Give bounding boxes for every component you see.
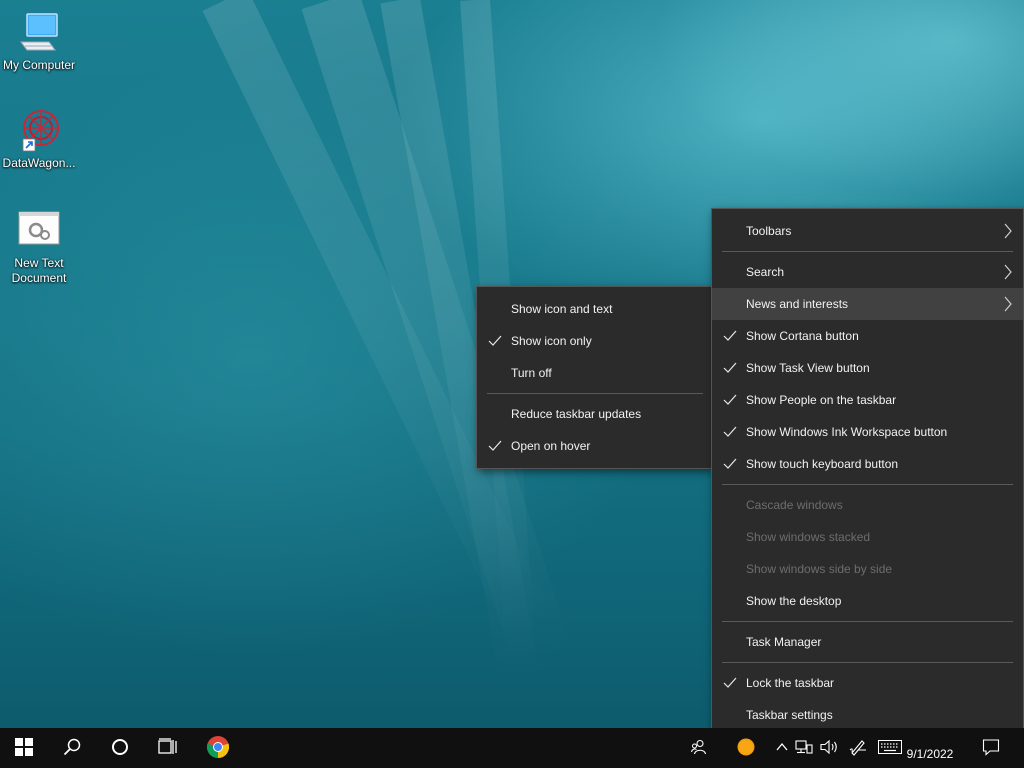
windows-ink-icon	[849, 738, 867, 759]
checkmark-icon	[723, 667, 737, 699]
menu-item-lock-the-taskbar[interactable]: Lock the taskbar	[712, 667, 1023, 699]
notifications-icon	[982, 738, 1000, 759]
start-button[interactable]	[0, 728, 48, 768]
windows-ink-button[interactable]	[846, 728, 870, 768]
menu-item-label: Cascade windows	[746, 498, 843, 512]
menu-item-open-on-hover[interactable]: Open on hover	[477, 430, 713, 462]
people-button[interactable]	[686, 728, 712, 768]
menu-item-taskbar-settings[interactable]: Taskbar settings	[712, 699, 1023, 731]
menu-item-turn-off[interactable]: Turn off	[477, 357, 713, 389]
clock-time-partial	[898, 730, 962, 744]
chevron-right-icon	[1003, 256, 1013, 288]
menu-item-label: Search	[746, 265, 785, 279]
menu-separator	[722, 251, 1013, 252]
desktop-icon-new-text-document[interactable]: New Text Document	[1, 206, 77, 286]
search-button[interactable]	[48, 728, 96, 768]
text-document-icon	[15, 206, 63, 254]
menu-item-label: Lock the taskbar	[746, 676, 835, 690]
date-label: 9/1/2022	[906, 747, 954, 761]
menu-item-search[interactable]: Search	[712, 256, 1023, 288]
menu-item-toolbars[interactable]: Toolbars	[712, 215, 1023, 247]
menu-item-show-windows-ink-workspace-button[interactable]: Show Windows Ink Workspace button	[712, 416, 1023, 448]
people-icon	[691, 739, 707, 758]
volume-button[interactable]	[818, 728, 842, 768]
menu-item-show-cortana-button[interactable]: Show Cortana button	[712, 320, 1023, 352]
menu-item-label: Show windows stacked	[746, 530, 871, 544]
menu-separator	[722, 662, 1013, 663]
checkmark-icon	[723, 384, 737, 416]
menu-separator	[722, 484, 1013, 485]
desktop-icon-my-computer[interactable]: My Computer	[1, 8, 77, 73]
checkmark-icon	[723, 448, 737, 480]
menu-item-reduce-taskbar-updates[interactable]: Reduce taskbar updates	[477, 398, 713, 430]
menu-item-label: Turn off	[511, 366, 552, 380]
menu-item-show-task-view-button[interactable]: Show Task View button	[712, 352, 1023, 384]
checkmark-icon	[723, 352, 737, 384]
menu-item-show-touch-keyboard-button[interactable]: Show touch keyboard button	[712, 448, 1023, 480]
menu-item-cascade-windows: Cascade windows	[712, 489, 1023, 521]
desktop-icon-label: My Computer	[2, 58, 76, 72]
cortana-button[interactable]	[96, 728, 144, 768]
menu-separator	[722, 621, 1013, 622]
chrome-icon	[206, 735, 230, 762]
menu-item-label: Show the desktop	[746, 594, 842, 608]
chevron-right-icon	[1003, 288, 1013, 320]
search-icon	[63, 738, 81, 759]
menu-separator	[487, 393, 703, 394]
menu-item-show-windows-side-by-side: Show windows side by side	[712, 553, 1023, 585]
menu-item-show-windows-stacked: Show windows stacked	[712, 521, 1023, 553]
menu-item-label: Show Task View button	[746, 361, 870, 375]
checkmark-icon	[723, 320, 737, 352]
menu-item-label: Open on hover	[511, 439, 591, 453]
cortana-icon	[111, 738, 129, 759]
task-view-button[interactable]	[144, 728, 192, 768]
computer-icon	[15, 8, 63, 56]
desktop-icon-label: New Text Document	[11, 256, 67, 285]
menu-item-label: Taskbar settings	[746, 708, 833, 722]
menu-item-show-the-desktop[interactable]: Show the desktop	[712, 585, 1023, 617]
task-view-icon	[158, 737, 178, 759]
news-weather-icon	[736, 737, 756, 760]
menu-item-label: Show Cortana button	[746, 329, 859, 343]
volume-icon	[820, 739, 840, 758]
menu-item-label: Reduce taskbar updates	[511, 407, 642, 421]
news-weather-button[interactable]	[732, 728, 760, 768]
network-icon	[795, 739, 813, 758]
menu-item-label: Show icon only	[511, 334, 592, 348]
menu-item-label: News and interests	[746, 297, 849, 311]
clock-date[interactable]: 9/1/2022	[898, 728, 962, 768]
checkmark-icon	[488, 325, 502, 357]
desktop-icon-label: DataWagon...	[2, 156, 76, 170]
menu-item-label: Toolbars	[746, 224, 792, 238]
taskbar[interactable]: 9/1/2022	[0, 728, 1024, 768]
menu-item-label: Show icon and text	[511, 302, 613, 316]
desktop-icon-datawagon[interactable]: DataWagon...	[1, 106, 77, 171]
news-interests-submenu: Show icon and text Show icon only Turn o…	[476, 286, 714, 469]
menu-item-label: Show Windows Ink Workspace button	[746, 425, 948, 439]
menu-item-news-and-interests[interactable]: News and interests	[712, 288, 1023, 320]
show-hidden-icons-button[interactable]	[773, 728, 791, 768]
menu-item-show-icon-and-text[interactable]: Show icon and text	[477, 293, 713, 325]
windows-start-icon	[15, 737, 33, 759]
chrome-taskbar-button[interactable]	[194, 728, 242, 768]
chevron-right-icon	[1003, 215, 1013, 247]
menu-item-label: Show windows side by side	[746, 562, 893, 576]
network-button[interactable]	[793, 728, 815, 768]
taskbar-context-menu: Toolbars Search News and interests Show …	[711, 208, 1024, 738]
menu-item-label: Show People on the taskbar	[746, 393, 897, 407]
menu-item-task-manager[interactable]: Task Manager	[712, 626, 1023, 658]
checkmark-icon	[488, 430, 502, 462]
menu-item-show-people-on-taskbar[interactable]: Show People on the taskbar	[712, 384, 1023, 416]
menu-item-show-icon-only[interactable]: Show icon only	[477, 325, 713, 357]
checkmark-icon	[723, 416, 737, 448]
menu-item-label: Task Manager	[746, 635, 822, 649]
chevron-up-icon	[776, 741, 788, 755]
datawagon-app-icon	[15, 106, 63, 154]
notifications-button[interactable]	[976, 728, 1006, 768]
menu-item-label: Show touch keyboard button	[746, 457, 899, 471]
